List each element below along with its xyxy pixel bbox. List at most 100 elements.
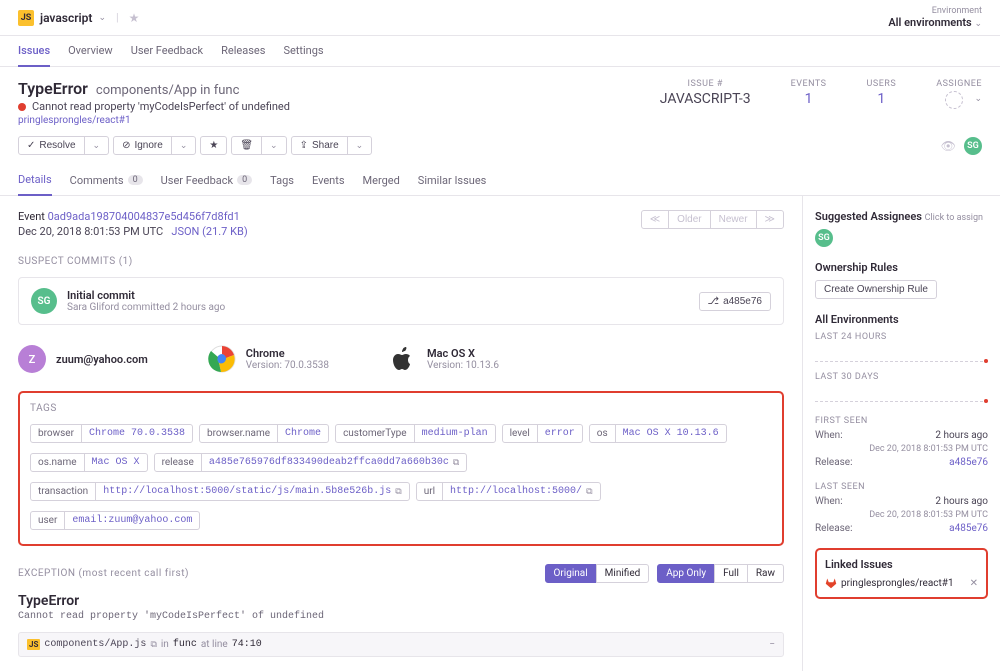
external-link-icon: ⧉ xyxy=(586,487,592,497)
create-ownership-rule-button[interactable]: Create Ownership Rule xyxy=(815,280,937,299)
divider: | xyxy=(116,11,119,24)
ignore-dropdown[interactable]: ⌄ xyxy=(171,136,197,155)
commit-title[interactable]: Initial commit xyxy=(67,289,225,302)
graph-24h xyxy=(815,346,988,362)
user-email[interactable]: zuum@yahoo.com xyxy=(56,353,148,366)
pill-minified[interactable]: Minified xyxy=(596,564,650,583)
event-label: Event xyxy=(18,210,45,223)
stack-frame[interactable]: JS components/App.js ⧉ in func at line 7… xyxy=(18,632,784,657)
external-link-icon: ⧉ xyxy=(395,487,401,497)
close-icon[interactable]: ✕ xyxy=(970,578,978,589)
star-icon[interactable]: ★ xyxy=(129,11,140,25)
subtab-similar[interactable]: Similar Issues xyxy=(418,165,487,195)
tag-pair[interactable]: customerTypemedium-plan xyxy=(335,424,496,443)
subtab-tags[interactable]: Tags xyxy=(270,165,294,195)
linked-issues-header: Linked Issues xyxy=(825,558,978,571)
tag-pair[interactable]: urlhttp://localhost:5000/⧉ xyxy=(416,482,601,501)
subscribe-icon[interactable]: 👁 xyxy=(941,139,956,153)
tag-pair[interactable]: levelerror xyxy=(502,424,583,443)
stat-users-value[interactable]: 1 xyxy=(867,91,897,107)
resolve-button[interactable]: ✓Resolve xyxy=(18,136,85,155)
pill-app-only[interactable]: App Only xyxy=(657,564,715,583)
exception-header: EXCEPTION (most recent call first) xyxy=(18,568,189,579)
tag-pair[interactable]: os.nameMac OS X xyxy=(30,453,148,472)
tag-key: browser xyxy=(31,425,82,442)
share-icon: ⇪ xyxy=(300,140,308,151)
share-button[interactable]: ⇪Share xyxy=(291,136,348,155)
ownership-rules-header: Ownership Rules xyxy=(815,261,988,274)
assignee-icon[interactable] xyxy=(945,91,963,109)
last-24h-label: LAST 24 HOURS xyxy=(815,332,988,342)
pager-older[interactable]: Older xyxy=(668,210,710,229)
last-seen-release-link[interactable]: a485e76 xyxy=(949,523,988,534)
pager-first[interactable]: ≪ xyxy=(641,210,669,229)
first-seen-release-link[interactable]: a485e76 xyxy=(949,457,988,468)
event-id-link[interactable]: 0ad9ada198704004837e5d456f7d8fd1 xyxy=(48,210,240,223)
issue-location: components/App in func xyxy=(96,83,239,98)
tag-key: url xyxy=(417,483,443,500)
ignore-button[interactable]: ⊘Ignore xyxy=(113,136,172,155)
tag-key: transaction xyxy=(31,483,96,500)
pager-last[interactable]: ≫ xyxy=(756,210,784,229)
tag-key: os xyxy=(590,425,616,442)
suggested-assignee-avatar[interactable]: SG xyxy=(815,229,833,247)
tag-value[interactable]: Mac OS X 10.13.6 xyxy=(616,425,726,442)
tab-settings[interactable]: Settings xyxy=(283,36,323,66)
tab-issues[interactable]: Issues xyxy=(18,36,50,67)
tab-overview[interactable]: Overview xyxy=(68,36,113,66)
tag-value[interactable]: a485e765976df833490deab2ffca0dd7a660b30c… xyxy=(202,454,466,471)
tag-pair[interactable]: browser.nameChrome xyxy=(199,424,329,443)
pill-raw[interactable]: Raw xyxy=(747,564,784,583)
stat-assignee-label: ASSIGNEE xyxy=(936,79,982,89)
resolve-dropdown[interactable]: ⌄ xyxy=(84,136,110,155)
environment-selector[interactable]: All environments ⌄ xyxy=(888,16,982,29)
tag-value[interactable]: http://localhost:5000/⧉ xyxy=(443,483,599,500)
tag-pair[interactable]: browserChrome 70.0.3538 xyxy=(30,424,193,443)
collapse-icon[interactable]: − xyxy=(769,639,775,650)
stat-events-value[interactable]: 1 xyxy=(791,91,827,107)
commit-sha-button[interactable]: ⎇a485e76 xyxy=(699,292,771,311)
tag-value[interactable]: http://localhost:5000/static/js/main.5b8… xyxy=(96,483,408,500)
share-dropdown[interactable]: ⌄ xyxy=(347,136,373,155)
tag-value[interactable]: email:zuum@yahoo.com xyxy=(65,512,199,529)
tag-key: user xyxy=(31,512,65,529)
tag-pair[interactable]: transactionhttp://localhost:5000/static/… xyxy=(30,482,410,501)
delete-button[interactable]: 🗑 xyxy=(231,136,262,155)
bookmark-button[interactable]: ★ xyxy=(200,136,227,155)
pill-original[interactable]: Original xyxy=(545,564,597,583)
issue-short-link[interactable]: pringlesprongles/react#1 xyxy=(18,115,290,126)
subtab-details[interactable]: Details xyxy=(18,165,52,196)
chevron-down-icon[interactable]: ⌄ xyxy=(974,94,982,104)
tag-pair[interactable]: osMac OS X 10.13.6 xyxy=(589,424,727,443)
chevron-down-icon[interactable]: ⌄ xyxy=(98,13,106,23)
project-name[interactable]: javascript xyxy=(40,11,92,25)
tag-pair[interactable]: releasea485e765976df833490deab2ffca0dd7a… xyxy=(154,453,468,472)
tag-key: os.name xyxy=(31,454,85,471)
tab-releases[interactable]: Releases xyxy=(221,36,265,66)
tag-value[interactable]: error xyxy=(538,425,582,442)
chrome-icon xyxy=(208,345,236,373)
tab-user-feedback[interactable]: User Feedback xyxy=(131,36,203,66)
subtab-comments[interactable]: Comments0 xyxy=(70,165,143,195)
tag-value[interactable]: Chrome xyxy=(278,425,328,442)
suggested-assignees-header: Suggested Assignees Click to assign xyxy=(815,210,988,223)
chevron-down-icon: ⌄ xyxy=(180,140,188,151)
sub-tabs: Details Comments0 User Feedback0 Tags Ev… xyxy=(0,165,1000,196)
subtab-user-feedback[interactable]: User Feedback0 xyxy=(161,165,253,195)
tag-pair[interactable]: useremail:zuum@yahoo.com xyxy=(30,511,200,530)
event-json-link[interactable]: JSON (21.7 KB) xyxy=(171,225,247,238)
subtab-merged[interactable]: Merged xyxy=(363,165,400,195)
delete-dropdown[interactable]: ⌄ xyxy=(261,136,287,155)
suspect-commits-header: SUSPECT COMMITS (1) xyxy=(18,256,784,267)
pill-full[interactable]: Full xyxy=(714,564,748,583)
tags-section: TAGS browserChrome 70.0.3538browser.name… xyxy=(18,391,784,546)
external-link-icon[interactable]: ⧉ xyxy=(150,640,156,650)
subtab-events[interactable]: Events xyxy=(312,165,345,195)
issue-title: TypeError xyxy=(18,79,88,98)
tag-value[interactable]: Mac OS X xyxy=(85,454,147,471)
pager-newer[interactable]: Newer xyxy=(710,210,757,229)
tag-value[interactable]: medium-plan xyxy=(415,425,495,442)
viewer-avatar[interactable]: SG xyxy=(964,137,982,155)
linked-issue-item[interactable]: pringlesprongles/react#1 ✕ xyxy=(825,577,978,589)
tag-value[interactable]: Chrome 70.0.3538 xyxy=(82,425,192,442)
